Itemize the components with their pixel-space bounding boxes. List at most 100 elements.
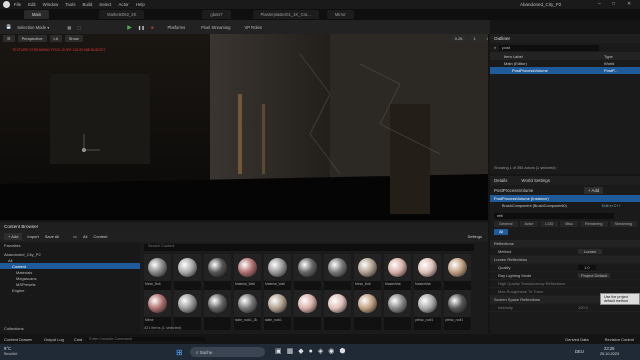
save-icon[interactable]: 💾	[6, 24, 11, 30]
reflections-section[interactable]: Reflections	[490, 240, 640, 248]
asset-thumbnail[interactable]	[174, 254, 201, 294]
asset-thumbnail[interactable]: slate_rock1_2k	[234, 290, 261, 330]
asset-thumbnail[interactable]: MasterMat	[384, 254, 411, 294]
asset-thumbnail[interactable]: slate_rock1	[264, 290, 291, 330]
windows-start-icon[interactable]: ⊞	[176, 348, 185, 357]
tab-main[interactable]: Main	[24, 10, 50, 19]
outliner-search-input[interactable]: post	[499, 44, 600, 51]
output-log-button[interactable]: Output Log	[44, 337, 64, 342]
platforms-button[interactable]: Platforms	[167, 25, 185, 30]
asset-thumbnail[interactable]: Mirror	[144, 290, 171, 330]
asset-thumbnail[interactable]	[204, 290, 231, 330]
asset-thumbnail[interactable]	[294, 290, 321, 330]
content-icon[interactable]: ▦	[67, 25, 71, 30]
breadcrumb-content[interactable]: Content	[93, 234, 107, 239]
play-icon[interactable]: ▶	[127, 24, 132, 31]
filter-rendering[interactable]: Rendering	[580, 221, 608, 227]
filter-general[interactable]: General	[494, 221, 518, 227]
perspective-button[interactable]: Perspective	[17, 35, 47, 42]
asset-thumbnail[interactable]: Material_Wall	[234, 254, 261, 294]
filter-misc[interactable]: Misc	[560, 221, 579, 227]
pixel-streaming-button[interactable]: Pixel Streaming	[201, 25, 230, 30]
save-all-button[interactable]: Save All	[45, 234, 59, 239]
language-indicator[interactable]: DEU	[575, 349, 584, 354]
folder-engine[interactable]: Engine	[0, 287, 140, 293]
lit-button[interactable]: Lit	[49, 35, 62, 42]
quality-input[interactable]: 1.0	[578, 265, 596, 270]
asset-thumbnail[interactable]	[354, 290, 381, 330]
menu-file[interactable]: File	[14, 2, 21, 7]
favorites-section[interactable]: Favorites	[0, 242, 140, 248]
details-search-input[interactable]: refl	[494, 212, 614, 219]
edit-cpp-link[interactable]: Edit in C++	[602, 204, 621, 208]
selection-mode-dropdown[interactable]: Selection Mode ▾	[17, 25, 49, 30]
menu-window[interactable]: Window	[43, 2, 59, 7]
details-tab[interactable]: Details	[494, 178, 507, 183]
asset-thumbnail[interactable]	[444, 254, 471, 294]
method-dropdown[interactable]: Lumen	[578, 249, 603, 254]
minimize-icon[interactable]: –	[598, 1, 601, 7]
viewport-menu-icon[interactable]: ☰	[3, 35, 15, 42]
menu-actor[interactable]: Actor	[119, 2, 129, 7]
tab-markets[interactable]: Markets062_2K	[99, 10, 145, 19]
asset-thumbnail[interactable]	[384, 290, 411, 330]
details-instance-row[interactable]: PostProcessVolume (Instance)	[490, 195, 640, 202]
outliner-col-type[interactable]: Type	[604, 54, 613, 59]
menu-select[interactable]: Select	[99, 2, 111, 7]
menu-build[interactable]: Build	[83, 2, 93, 7]
world-settings-tab[interactable]: World Settings	[521, 178, 549, 183]
asset-thumbnail[interactable]: pbhsc_roof1	[414, 290, 441, 330]
menu-help[interactable]: Help	[136, 2, 145, 7]
asset-thumbnail[interactable]	[324, 254, 351, 294]
pause-icon[interactable]: ❚❚	[138, 25, 145, 30]
add-component-button[interactable]: + Add	[584, 186, 604, 194]
taskbar-search[interactable]: ⌕ Suche	[190, 347, 265, 357]
level-viewport[interactable]: ☰ Perspective Lit Show 0.25 1 4 TEXTURE …	[0, 34, 488, 220]
breadcrumb-all[interactable]: All	[83, 234, 87, 239]
asset-thumbnail[interactable]	[204, 254, 231, 294]
content-search-input[interactable]: Search Content	[144, 244, 474, 251]
asset-thumbnail[interactable]: pbhsc_roof1	[444, 290, 471, 330]
blueprint-icon[interactable]: ⬚	[77, 25, 81, 30]
stat-snap[interactable]: 0.25	[450, 35, 467, 42]
asset-thumbnail[interactable]	[324, 290, 351, 330]
outliner-row-selected[interactable]: PostProcessVolume PostP...	[490, 67, 640, 74]
tab-glass[interactable]: glass7	[202, 10, 231, 19]
stat-speed[interactable]: 1	[469, 35, 480, 42]
menu-edit[interactable]: Edit	[28, 2, 36, 7]
stat-grid[interactable]: 4	[482, 35, 488, 42]
clock-time[interactable]: 23:25	[604, 346, 614, 351]
outliner-row[interactable]: Main (Editor) World	[490, 60, 640, 67]
collections-section[interactable]: Collections	[0, 325, 24, 331]
cmd-dropdown[interactable]: Cmd	[74, 337, 82, 342]
asset-thumbnail[interactable]: MasterMat	[414, 254, 441, 294]
import-button[interactable]: Import	[27, 234, 38, 239]
close-icon[interactable]: ✕	[627, 1, 631, 7]
outliner-col-label[interactable]: Item Label	[504, 54, 604, 59]
taskbar-apps[interactable]: ▣▦◆●◈◉⬢	[275, 348, 350, 356]
asset-thumbnail[interactable]	[294, 254, 321, 294]
vp-roles-button[interactable]: VP Roles	[245, 25, 262, 30]
menu-tools[interactable]: Tools	[65, 2, 75, 7]
brush-component-row[interactable]: BrushComponent (BrushComponent0)	[502, 204, 602, 208]
revision-control-button[interactable]: Revision Control	[605, 337, 634, 342]
asset-thumbnail[interactable]: Material_Wall	[264, 254, 291, 294]
maximize-icon[interactable]: □	[612, 1, 615, 7]
ray-lighting-dropdown[interactable]: Project Default	[578, 273, 611, 278]
content-drawer-button[interactable]: Content Drawer	[4, 337, 32, 342]
filter-actor[interactable]: Actor	[519, 221, 539, 227]
tab-mirror[interactable]: Mirror	[326, 10, 354, 19]
asset-thumbnail[interactable]: Mesh_Bolt	[144, 254, 171, 294]
derived-data-button[interactable]: Derived Data	[565, 337, 588, 342]
asset-thumbnail[interactable]	[174, 290, 201, 330]
filter-streaming[interactable]: Streaming	[609, 221, 637, 227]
asset-thumbnail[interactable]: Mesh_Bolt	[354, 254, 381, 294]
show-button[interactable]: Show	[64, 35, 83, 42]
lumen-reflections-section[interactable]: Lumen Reflections	[490, 256, 640, 264]
filter-lod[interactable]: LOD	[540, 221, 559, 227]
console-input[interactable]: Enter Console Command	[86, 337, 207, 341]
filter-all[interactable]: All	[494, 229, 509, 235]
stop-icon[interactable]: ■	[151, 25, 154, 30]
weather-temp[interactable]: 9°C	[4, 346, 11, 351]
settings-button[interactable]: Settings	[468, 234, 482, 239]
